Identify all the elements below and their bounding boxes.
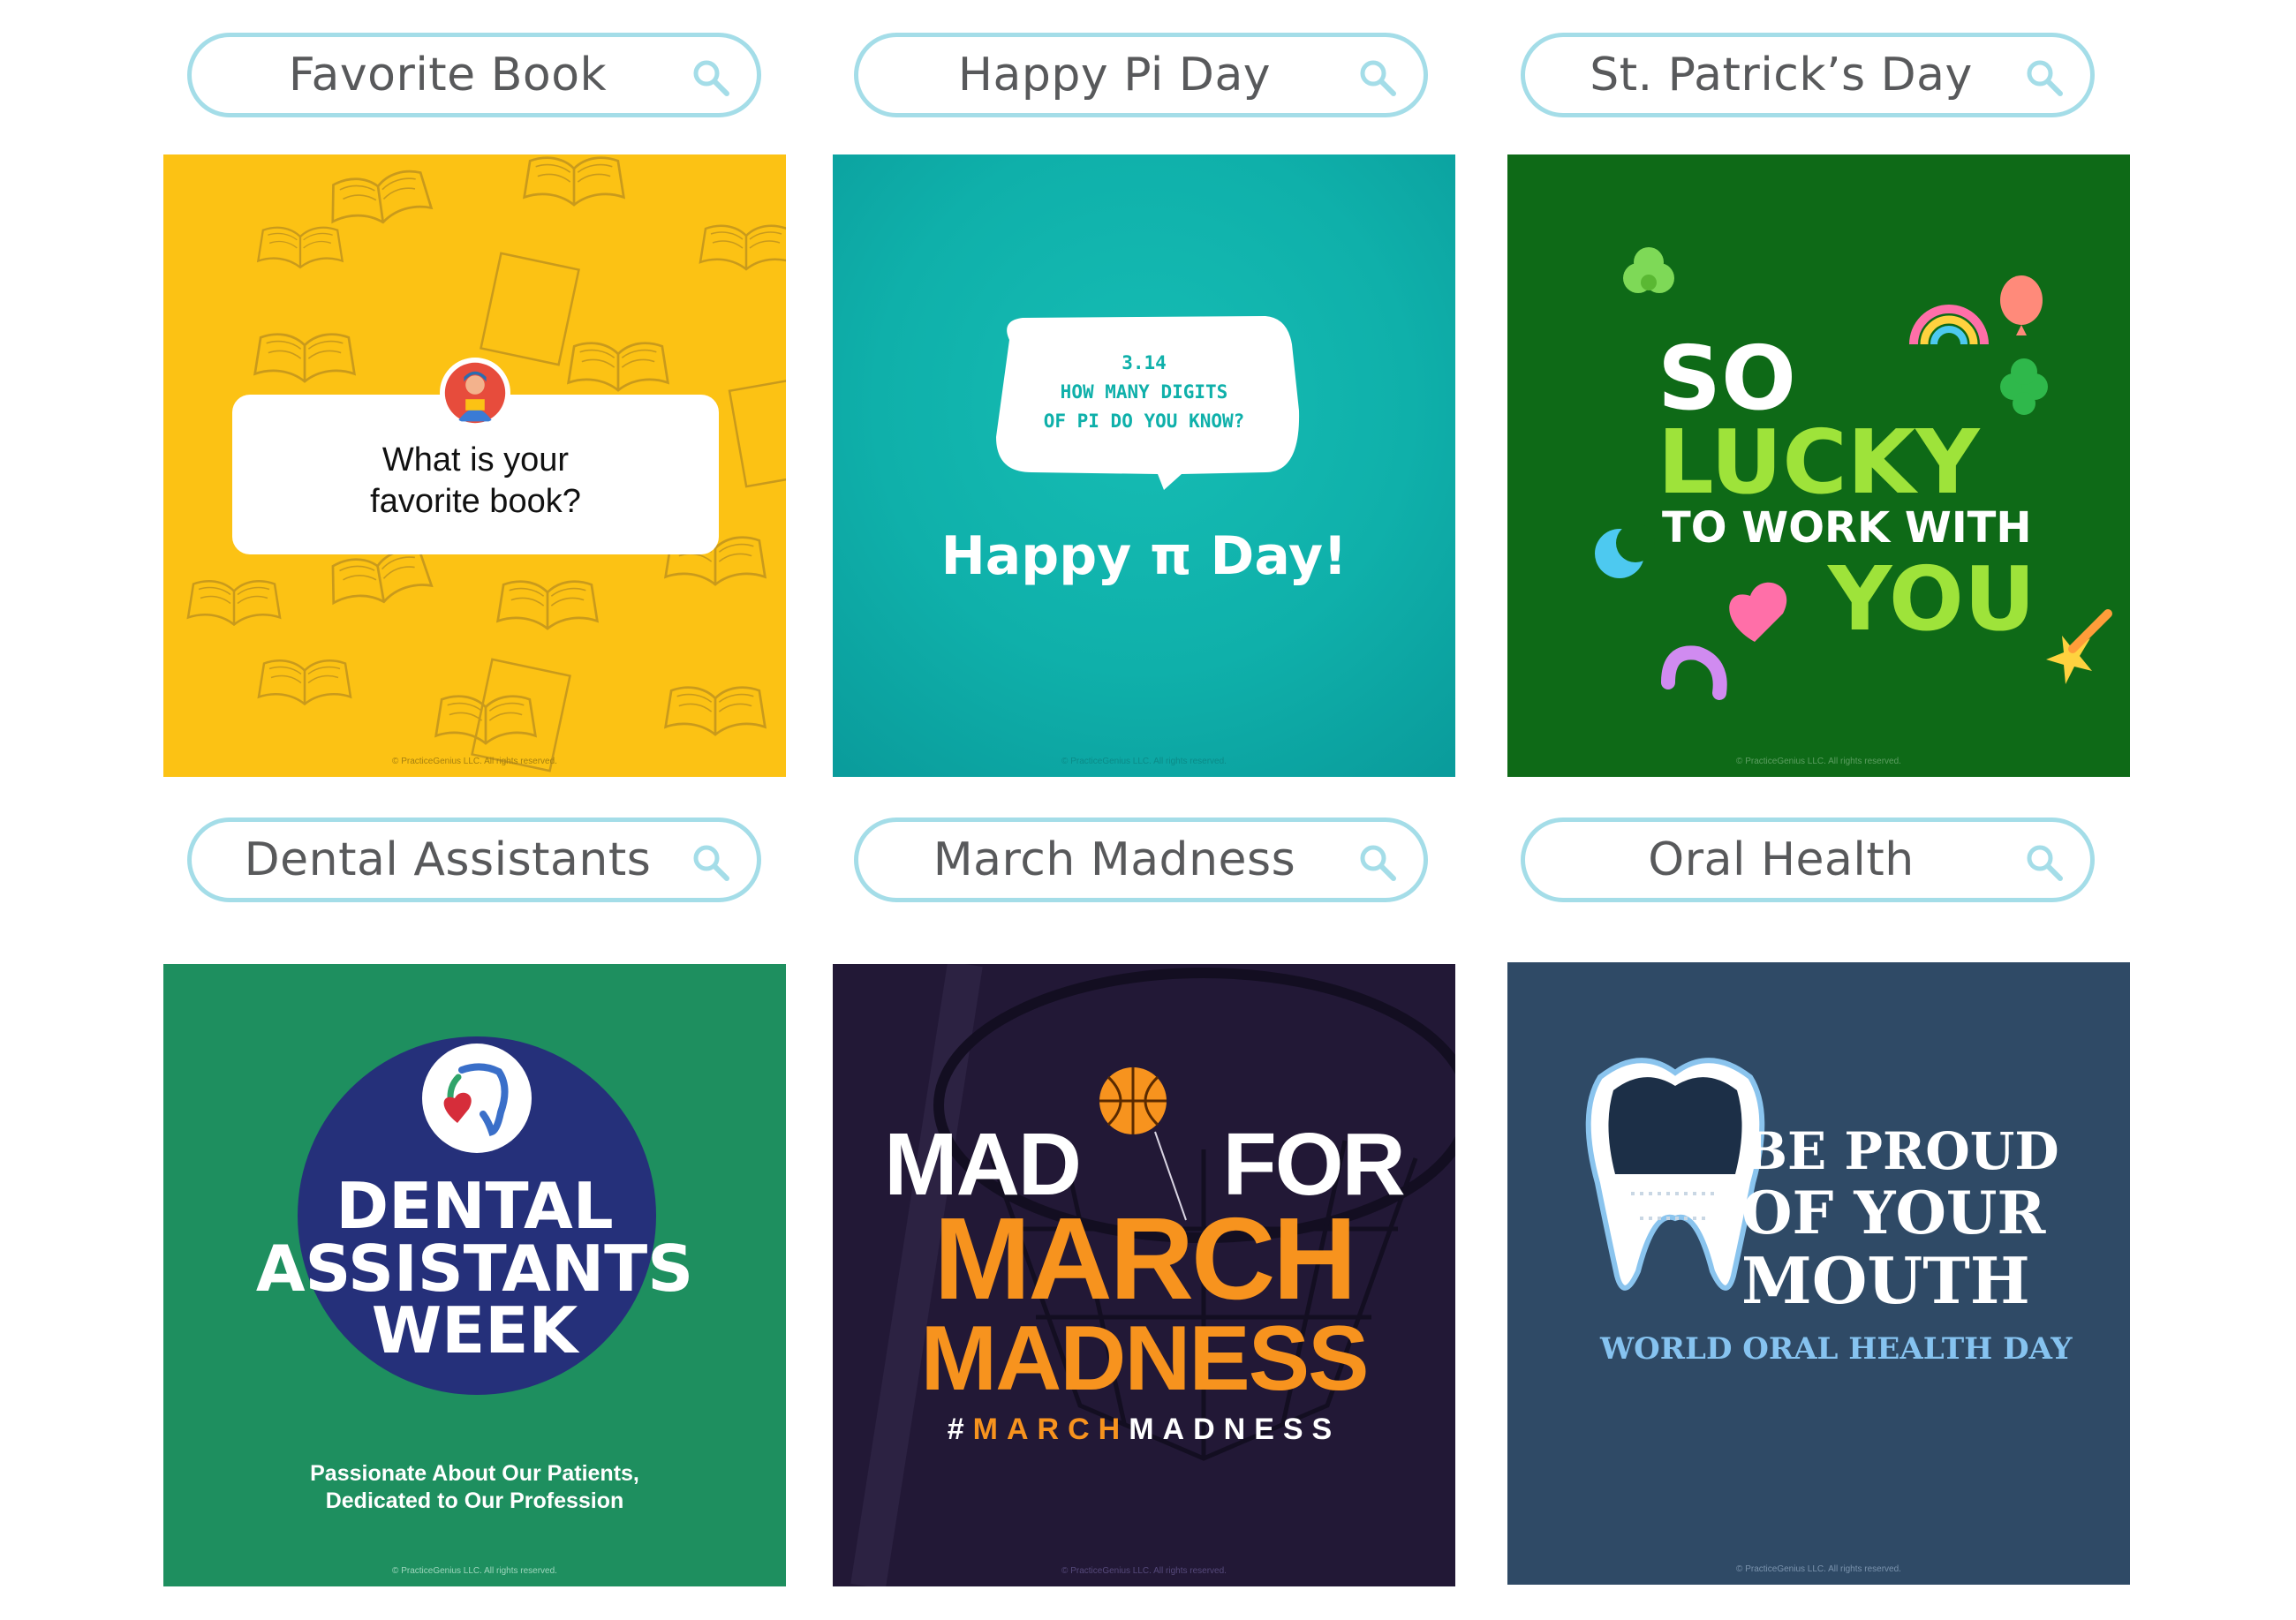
- hashtag-symbol: #: [947, 1413, 973, 1446]
- oral-line-mouth: MOUTH: [1741, 1243, 2030, 1318]
- copyright-text: © PracticeGenius LLC. All rights reserve…: [1736, 757, 1901, 766]
- tile-favorite-book[interactable]: What is your favorite book? © PracticeGe…: [163, 154, 786, 777]
- search-pill-label: Dental Assistants: [244, 833, 652, 886]
- search-pill-label: St. Patrick’s Day: [1590, 49, 1973, 102]
- horseshoe-icon: [1661, 645, 1727, 700]
- copyright-text: © PracticeGenius LLC. All rights reserve…: [1736, 1564, 1901, 1574]
- search-icon[interactable]: [691, 58, 730, 97]
- clover-icon: [1623, 247, 1674, 293]
- tile-st-patricks-day[interactable]: SO LUCKY TO WORK WITH YOU © PracticeGeni…: [1507, 154, 2130, 777]
- search-icon[interactable]: [691, 843, 730, 882]
- balloon-icon: [2000, 275, 2043, 335]
- tile-dental-assistants[interactable]: DENTAL ASSISTANTS WEEK Passionate About …: [163, 964, 786, 1586]
- speech-bubble: [996, 316, 1300, 490]
- search-icon[interactable]: [1358, 58, 1397, 97]
- search-icon[interactable]: [1358, 843, 1397, 882]
- reader-avatar-icon: [440, 358, 510, 428]
- hashtag-madness: MADNESS: [1129, 1413, 1341, 1446]
- question-text: What is your favorite book?: [370, 441, 581, 520]
- tile-oral-health[interactable]: BE PROUD OF YOUR MOUTH WORLD ORAL HEALTH…: [1507, 962, 2130, 1585]
- search-icon[interactable]: [2025, 58, 2064, 97]
- search-pill-march-madness[interactable]: March Madness: [854, 818, 1428, 902]
- search-pill-label: Favorite Book: [288, 49, 608, 102]
- lucky-line-lucky: LUCKY: [1658, 411, 1980, 514]
- search-pill-favorite-book[interactable]: Favorite Book: [187, 33, 761, 117]
- oral-line-be-proud: BE PROUD: [1744, 1121, 2059, 1181]
- search-pill-label: Oral Health: [1648, 833, 1915, 886]
- lucky-line-you: YOU: [1828, 547, 2036, 651]
- rainbow-icon: [1909, 305, 1989, 345]
- oral-subtitle: WORLD ORAL HEALTH DAY: [1600, 1331, 2073, 1367]
- search-pill-dental-assistants[interactable]: Dental Assistants: [187, 818, 761, 902]
- search-pill-oral-health[interactable]: Oral Health: [1521, 818, 2095, 902]
- copyright-text: © PracticeGenius LLC. All rights reserve…: [392, 1566, 557, 1576]
- dental-tagline-1: Passionate About Our Patients,: [310, 1461, 639, 1486]
- tile-march-madness[interactable]: MAD FOR MARCH MADNESS #MARCHMADNESS © Pr…: [833, 964, 1455, 1586]
- copyright-text: © PracticeGenius LLC. All rights reserve…: [1061, 757, 1227, 766]
- search-pill-happy-pi-day[interactable]: Happy Pi Day: [854, 33, 1428, 117]
- pi-title: Happy π Day!: [940, 525, 1348, 587]
- hashtag-march: MARCH: [972, 1413, 1129, 1446]
- copyright-text: © PracticeGenius LLC. All rights reserve…: [1061, 1566, 1227, 1576]
- clover-icon: [2000, 358, 2048, 415]
- tooth-icon: [1585, 1058, 1765, 1291]
- march-line-march: MARCH: [933, 1194, 1356, 1323]
- heart-icon: [1729, 582, 1787, 642]
- lucky-line-to-work-with: TO WORK WITH: [1662, 503, 2032, 553]
- march-hashtag: #MARCHMADNESS: [833, 1413, 1455, 1447]
- copyright-text: © PracticeGenius LLC. All rights reserve…: [392, 757, 557, 766]
- search-icon[interactable]: [2025, 843, 2064, 882]
- dental-line-week: WEEK: [371, 1293, 578, 1368]
- search-pill-label: Happy Pi Day: [957, 49, 1272, 102]
- pi-bubble-text: 3.14 HOW MANY DIGITS OF PI DO YOU KNOW?: [1043, 352, 1245, 432]
- search-pill-label: March Madness: [933, 833, 1296, 886]
- tile-happy-pi-day[interactable]: 3.14 HOW MANY DIGITS OF PI DO YOU KNOW? …: [833, 154, 1455, 777]
- march-line-madness: MADNESS: [920, 1307, 1369, 1410]
- shooting-star-icon: [2046, 609, 2112, 684]
- oral-line-of-your: OF YOUR: [1741, 1179, 2046, 1247]
- dental-tagline-2: Dedicated to Our Profession: [325, 1488, 624, 1513]
- moon-icon: [1595, 524, 1655, 578]
- search-pill-st-patricks-day[interactable]: St. Patrick’s Day: [1521, 33, 2095, 117]
